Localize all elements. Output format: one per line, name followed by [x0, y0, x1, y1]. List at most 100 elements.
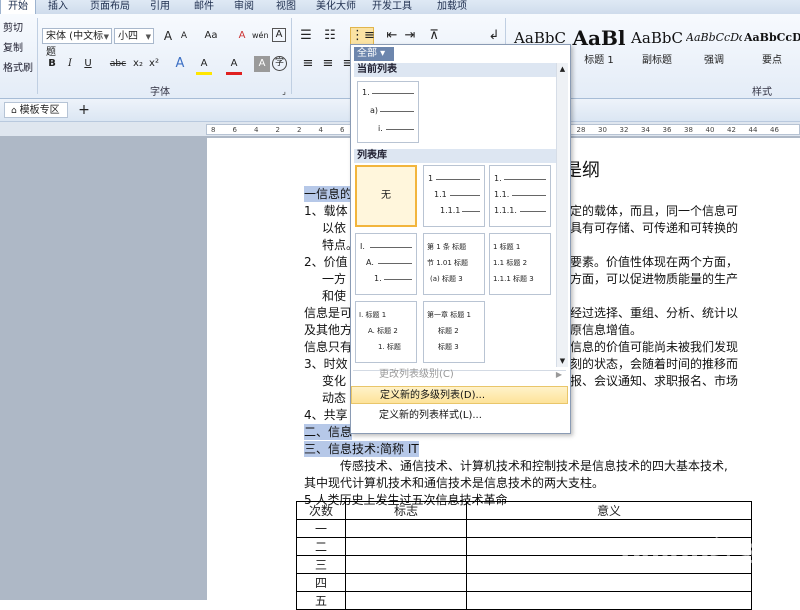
tab-home[interactable]: 开始: [0, 0, 36, 14]
bold-button[interactable]: B: [44, 56, 60, 72]
ruler-tick-label: 42: [727, 126, 736, 134]
current-list-thumb[interactable]: 1. a) i.: [357, 81, 419, 143]
pinyin-icon[interactable]: wén: [252, 28, 269, 44]
grow-font-icon[interactable]: A: [160, 28, 176, 44]
shrink-font-icon[interactable]: A: [176, 28, 192, 44]
subscript-button[interactable]: x₂: [130, 56, 146, 72]
style-emphasis[interactable]: AaBbCcDd 强调: [686, 22, 742, 78]
tab-page-layout[interactable]: 页面布局: [82, 0, 138, 14]
dialog-launcher-icon[interactable]: ⌟: [276, 84, 292, 100]
chinese-layout-icon[interactable]: ⊼: [426, 28, 442, 44]
tab-review[interactable]: 审阅: [226, 0, 262, 14]
ruler-tick-label: 40: [705, 126, 715, 134]
format-painter-button[interactable]: 格式刷: [3, 62, 33, 76]
list-heading-roman-thumb[interactable]: I. 标题 1 A. 标题 2 1. 标题: [355, 301, 417, 363]
cut-button[interactable]: 剪切: [3, 22, 23, 36]
char-border-icon[interactable]: A: [272, 28, 286, 42]
strikethrough-button[interactable]: abc: [108, 56, 128, 72]
superscript-button[interactable]: x²: [146, 56, 162, 72]
font-name-value: 宋体 (中文标题: [46, 31, 104, 58]
document-line: 4、共享: [304, 408, 348, 422]
style-name: 强调: [704, 55, 724, 66]
change-case-icon[interactable]: Aa: [200, 28, 222, 44]
add-tab-button[interactable]: +: [76, 101, 92, 119]
list-level-label: a): [370, 106, 379, 115]
align-center-icon[interactable]: ≡: [320, 56, 336, 72]
italic-button[interactable]: I: [62, 56, 78, 72]
filter-all-button[interactable]: 全部 ▾: [354, 47, 394, 61]
document-line-tail: 要素。价值性体现在两个方面，: [570, 255, 739, 269]
list-heading-thumb[interactable]: 1 标题 1 1.1 标题 2 1.1.1 标题 3: [489, 233, 551, 295]
font-size-combo[interactable]: 小四 ▼: [114, 28, 154, 44]
tab-mailings[interactable]: 邮件: [186, 0, 222, 14]
gallery-scrollbar[interactable]: ▲ ▼: [556, 63, 568, 367]
font-color-icon[interactable]: A: [226, 56, 242, 75]
chevron-down-icon[interactable]: ▼: [146, 29, 151, 45]
table-row: 三: [296, 555, 346, 574]
style-name: 要点: [762, 55, 782, 66]
numbering-icon[interactable]: ☷: [322, 28, 338, 44]
list-line: [380, 111, 414, 112]
increase-indent-icon[interactable]: ⇥: [402, 28, 418, 44]
document-line: 以依: [322, 221, 347, 235]
list-article-thumb[interactable]: 第 1 条 标题 节 1.01 标题 (a) 标题 3: [423, 233, 485, 295]
list-numbered-dot-thumb[interactable]: 1. 1.1. 1.1.1.: [489, 165, 551, 227]
document-line-tail: 原信息增值。: [570, 323, 643, 337]
tab-addins[interactable]: 加载项: [432, 0, 472, 14]
copy-button[interactable]: 复制: [3, 42, 23, 56]
list-level-label: I. 标题 1: [359, 311, 387, 319]
define-new-list-style-item[interactable]: 定义新的列表样式(L)...: [351, 407, 568, 425]
ruler-tick-label: 2: [297, 126, 302, 134]
template-zone-tab[interactable]: ⌂ 模板专区: [4, 102, 68, 118]
document-line: 1、载体: [304, 204, 348, 218]
list-line: [386, 129, 414, 130]
scroll-up-icon[interactable]: ▲: [558, 65, 567, 73]
style-heading-1[interactable]: AaBl 标题 1: [570, 22, 628, 78]
clear-format-icon[interactable]: A: [234, 28, 250, 44]
filter-all-label: 全部: [357, 48, 377, 59]
table-header: 次数: [296, 501, 346, 520]
char-shading-icon[interactable]: A: [254, 56, 270, 72]
chevron-down-icon[interactable]: ▼: [104, 29, 109, 45]
separator: [291, 18, 292, 94]
list-level-label: 1.1.: [494, 190, 510, 199]
style-name: 副标题: [642, 55, 672, 66]
text-effect-icon[interactable]: A: [172, 56, 188, 72]
tab-references[interactable]: 引用: [142, 0, 178, 14]
list-none-thumb[interactable]: 无: [355, 165, 417, 227]
tab-developer[interactable]: 开发工具: [366, 0, 418, 14]
underline-button[interactable]: U: [80, 56, 96, 72]
font-group-label: 字体: [150, 87, 170, 98]
enclose-char-icon[interactable]: 字: [272, 56, 287, 71]
list-library-header: 列表库: [354, 149, 556, 163]
style-subtitle[interactable]: AaBbC 副标题: [630, 22, 684, 78]
ruler-tick-label: 44: [748, 126, 758, 134]
list-level-label: A. 标题 2: [368, 327, 398, 335]
ruler-tick-label: 36: [662, 126, 672, 134]
tab-view[interactable]: 视图: [268, 0, 304, 14]
document-line: 其中现代计算机技术和通信技术是信息技术的两大支柱。: [304, 476, 605, 490]
list-line: [462, 211, 480, 212]
style-sample: AaBbCcDd: [686, 31, 742, 44]
define-new-multilevel-list-item[interactable]: 定义新的多级列表(D)...: [351, 386, 568, 404]
list-level-label: 1.: [494, 174, 502, 183]
font-name-combo[interactable]: 宋体 (中文标题 ▼: [42, 28, 112, 58]
multilevel-list-dropdown[interactable]: 全部 ▾ 当前列表 1. a) i. 列表库 无 1 1.1 1.1.1 1. …: [350, 44, 571, 434]
align-left-icon[interactable]: ≡: [300, 56, 316, 72]
list-chapter-thumb[interactable]: 第一章 标题 1 标题 2 标题 3: [423, 301, 485, 363]
show-marks-icon[interactable]: ↲: [486, 28, 502, 44]
scroll-down-icon[interactable]: ▼: [558, 357, 567, 365]
tab-insert[interactable]: 插入: [38, 0, 78, 14]
document-line: 2、价值: [304, 255, 348, 269]
decrease-indent-icon[interactable]: ⇤: [384, 28, 400, 44]
ruler-tick-label: 2: [275, 126, 280, 134]
bullets-icon[interactable]: ☰: [298, 28, 314, 44]
list-numbered-thumb[interactable]: 1 1.1 1.1.1: [423, 165, 485, 227]
ruler-tick-label: 4: [318, 126, 323, 134]
style-strong[interactable]: AaBbCcD 要点: [744, 22, 800, 78]
list-roman-thumb[interactable]: I. A. 1.: [355, 233, 417, 295]
tab-beautify[interactable]: 美化大师: [310, 0, 362, 14]
change-list-level-item[interactable]: 更改列表级别(C) ▶: [351, 366, 568, 384]
chevron-right-icon: ▶: [555, 370, 562, 379]
highlight-color-icon[interactable]: A: [196, 56, 212, 75]
